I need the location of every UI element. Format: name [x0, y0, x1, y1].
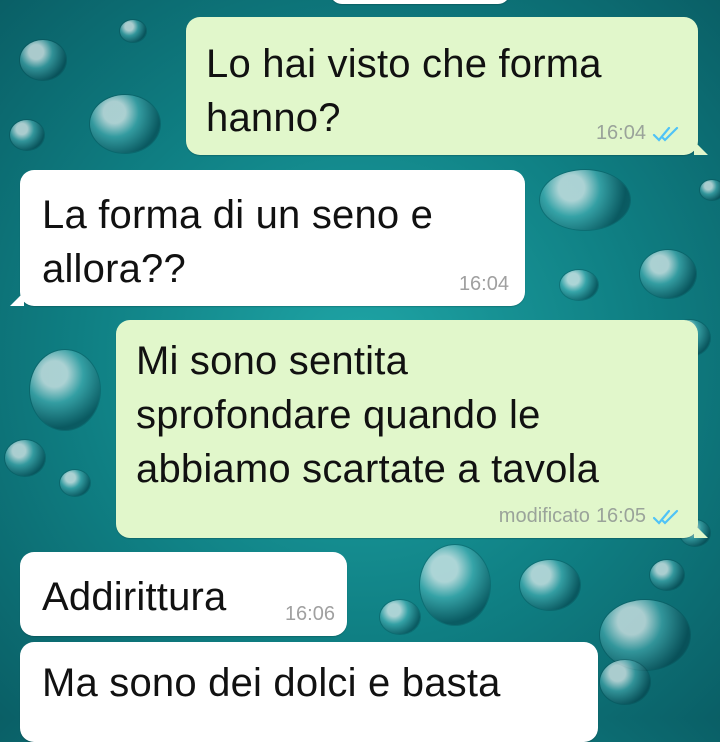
message-bubble-partial: [330, 0, 510, 4]
message-bubble-incoming[interactable]: Addirittura 16:06: [20, 552, 347, 636]
message-meta: 16:04: [596, 122, 682, 145]
message-time: 16:06: [284, 603, 335, 625]
message-bubble-outgoing[interactable]: Mi sono sentita sprofondare quando le ab…: [116, 320, 708, 538]
message-text: La forma di un seno e allora??: [42, 193, 434, 291]
message-text: Ma sono dei dolci e basta: [42, 661, 501, 705]
message-time: 16:04: [458, 273, 509, 295]
message-meta: modificato 16:05: [499, 505, 682, 528]
message-meta: 16:04: [459, 273, 509, 296]
message-time: 16:04: [595, 122, 646, 144]
message-meta: 16:06: [285, 603, 335, 626]
message-text: Mi sono sentita sprofondare quando le ab…: [136, 339, 600, 491]
edited-label: modificato: [498, 505, 590, 527]
message-time: 16:05: [595, 505, 646, 527]
message-bubble-incoming[interactable]: La forma di un seno e allora?? 16:04: [10, 170, 525, 306]
double-check-icon: [652, 509, 679, 525]
double-check-icon: [652, 126, 679, 142]
message-bubble-incoming[interactable]: Ma sono dei dolci e basta: [20, 642, 598, 742]
message-bubble-outgoing[interactable]: Lo hai visto che forma hanno? 16:04: [186, 17, 708, 155]
